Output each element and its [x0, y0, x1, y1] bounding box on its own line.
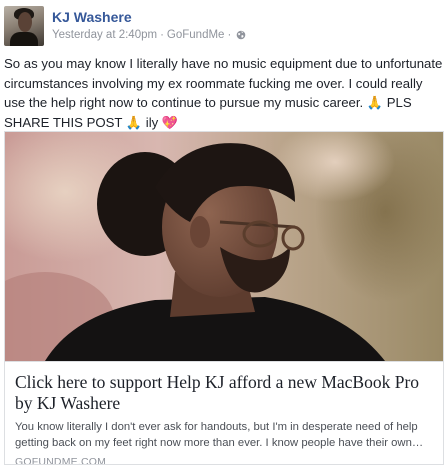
pray-emoji-2: 🙏: [125, 114, 143, 130]
link-preview-description: You know literally I don't ever ask for …: [15, 421, 424, 449]
post-timestamp[interactable]: Yesterday at 2:40pm: [52, 29, 157, 41]
avatar[interactable]: [4, 6, 44, 46]
globe-icon[interactable]: [236, 30, 246, 40]
author-name[interactable]: KJ Washere: [52, 9, 132, 25]
pray-emoji: 🙏: [366, 95, 384, 110]
link-preview-card[interactable]: Click here to support Help KJ afford a n…: [4, 131, 444, 465]
post-ily-text: ily: [142, 114, 162, 130]
link-preview-domain: GOFUNDME.COM: [15, 456, 107, 465]
heart-emoji: 💖: [161, 114, 179, 130]
meta-separator: ·: [160, 29, 164, 41]
meta-separator-2: ·: [227, 29, 232, 41]
link-preview-title[interactable]: Click here to support Help KJ afford a n…: [15, 372, 433, 414]
post-meta: Yesterday at 2:40pm · GoFundMe ·: [52, 29, 246, 41]
post-header: KJ Washere Yesterday at 2:40pm · GoFundM…: [4, 6, 444, 48]
link-preview-text[interactable]: Click here to support Help KJ afford a n…: [5, 361, 443, 465]
post-app-link[interactable]: GoFundMe: [167, 29, 225, 41]
link-preview-image[interactable]: [5, 132, 443, 361]
post-message: So as you may know I literally have no m…: [4, 54, 444, 132]
